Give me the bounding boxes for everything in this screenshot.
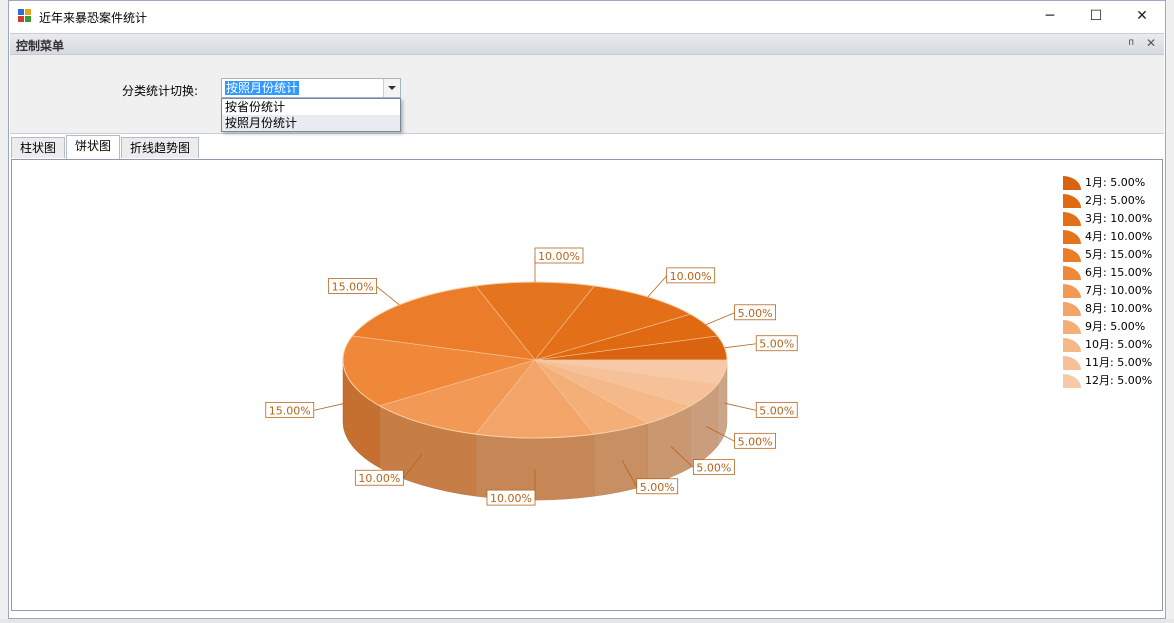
pie-leader-line-5	[376, 286, 400, 306]
pie-top-group	[342, 281, 728, 439]
legend-label-3: 3月: 10.00%	[1085, 212, 1153, 225]
legend-swatch-7	[1063, 284, 1081, 298]
legend-swatch-11	[1063, 356, 1081, 370]
pie-data-label-3: 10.00%	[666, 267, 716, 284]
dropdown-option-province[interactable]: 按省份统计	[222, 99, 400, 115]
combo-selected-value: 按照月份统计	[225, 81, 300, 95]
minimize-button[interactable]: ─	[1027, 1, 1073, 32]
panel-close-icon[interactable]: ✕	[1146, 36, 1156, 50]
pie-data-label-1: 5.00%	[755, 335, 798, 352]
chevron-down-icon[interactable]	[383, 79, 400, 97]
legend-label-8: 8月: 10.00%	[1085, 302, 1153, 315]
legend-label-4: 4月: 10.00%	[1085, 230, 1153, 243]
svg-text:15.00%: 15.00%	[269, 404, 311, 417]
close-button[interactable]: ✕	[1119, 1, 1165, 32]
dropdown-option-month[interactable]: 按照月份统计	[222, 115, 400, 131]
legend-label-6: 6月: 15.00%	[1085, 266, 1153, 279]
panel-title: 控制菜单	[16, 39, 65, 53]
status-strip	[0, 619, 1174, 623]
pie-data-label-10: 5.00%	[692, 459, 735, 476]
pie-leader-line-6	[313, 402, 346, 411]
pie-chart: 5.00% 5.00% 10.00% 10.00% 15.00% 15.00% 10.00%…	[265, 247, 798, 506]
pie-data-label-9: 5.00%	[636, 478, 679, 495]
category-combo[interactable]: 按照月份统计	[221, 78, 401, 98]
maximize-icon: ☐	[1089, 8, 1103, 24]
legend-label-9: 9月: 5.00%	[1085, 320, 1146, 333]
pin-icon[interactable]: ᴨ	[1128, 37, 1134, 48]
pie-data-label-4: 10.00%	[534, 247, 584, 264]
legend-swatch-2	[1063, 194, 1081, 208]
legend-label-5: 5月: 15.00%	[1085, 248, 1153, 261]
legend-swatch-12	[1063, 374, 1081, 388]
pie-data-label-2: 5.00%	[734, 304, 776, 321]
svg-text:5.00%: 5.00%	[738, 307, 773, 320]
window-title: 近年来暴恐案件统计	[39, 11, 148, 25]
svg-text:10.00%: 10.00%	[670, 270, 712, 283]
legend-label-12: 12月: 5.00%	[1085, 374, 1153, 387]
svg-text:5.00%: 5.00%	[759, 404, 794, 417]
legend-label-1: 1月: 5.00%	[1085, 176, 1146, 189]
tab-bar-chart[interactable]: 柱状图	[11, 137, 65, 158]
app-icon	[18, 9, 32, 23]
legend-label-7: 7月: 10.00%	[1085, 284, 1153, 297]
legend-swatch-6	[1063, 266, 1081, 280]
svg-text:15.00%: 15.00%	[332, 280, 374, 293]
tab-pie-chart[interactable]: 饼状图	[66, 135, 120, 159]
legend-swatch-9	[1063, 320, 1081, 334]
svg-text:10.00%: 10.00%	[490, 492, 532, 505]
pie-data-label-8: 10.00%	[486, 489, 536, 506]
svg-text:5.00%: 5.00%	[696, 462, 731, 475]
pie-leader-line-12	[724, 402, 757, 411]
maximize-button[interactable]: ☐	[1073, 1, 1119, 32]
svg-text:10.00%: 10.00%	[358, 472, 400, 485]
legend-swatch-10	[1063, 338, 1081, 352]
combo-dropdown-list: 按省份统计 按照月份统计	[221, 98, 401, 132]
pie-leader-line-2	[705, 312, 735, 325]
svg-text:5.00%: 5.00%	[640, 481, 675, 494]
tab-line-chart[interactable]: 折线趋势图	[121, 137, 199, 158]
chart-area: 5.00% 5.00% 10.00% 10.00% 15.00% 15.00% 10.00%…	[11, 159, 1163, 611]
pie-data-label-7: 10.00%	[354, 469, 404, 486]
legend-swatch-1	[1063, 176, 1081, 190]
close-icon: ✕	[1136, 8, 1148, 24]
panel-header: 控制菜单 ᴨ ✕	[10, 34, 1164, 55]
pie-leader-line-1	[724, 343, 757, 349]
legend-swatch-4	[1063, 230, 1081, 244]
minimize-icon: ─	[1045, 8, 1055, 24]
legend-label-10: 10月: 5.00%	[1085, 338, 1153, 351]
app-window: 近年来暴恐案件统计 ─ ☐ ✕ 控制菜单 ᴨ ✕ 分类统计切换: 按照月份统计 …	[8, 0, 1166, 619]
category-switch-label: 分类统计切换:	[122, 84, 199, 98]
legend-label-2: 2月: 5.00%	[1085, 194, 1146, 207]
svg-text:10.00%: 10.00%	[538, 250, 580, 263]
pie-leader-line-3	[647, 275, 667, 298]
pie-data-label-11: 5.00%	[734, 432, 776, 449]
pie-data-label-5: 15.00%	[328, 278, 378, 294]
svg-text:5.00%: 5.00%	[759, 338, 794, 351]
legend-swatch-5	[1063, 248, 1081, 262]
legend-swatch-8	[1063, 302, 1081, 316]
title-bar[interactable]: 近年来暴恐案件统计 ─ ☐ ✕	[9, 1, 1165, 32]
legend-swatch-3	[1063, 212, 1081, 226]
legend-label-11: 11月: 5.00%	[1085, 356, 1153, 369]
pie-data-label-12: 5.00%	[755, 401, 798, 418]
svg-text:5.00%: 5.00%	[738, 435, 773, 448]
pie-data-label-6: 15.00%	[265, 401, 315, 418]
control-panel: 控制菜单 ᴨ ✕ 分类统计切换: 按照月份统计	[10, 33, 1164, 134]
